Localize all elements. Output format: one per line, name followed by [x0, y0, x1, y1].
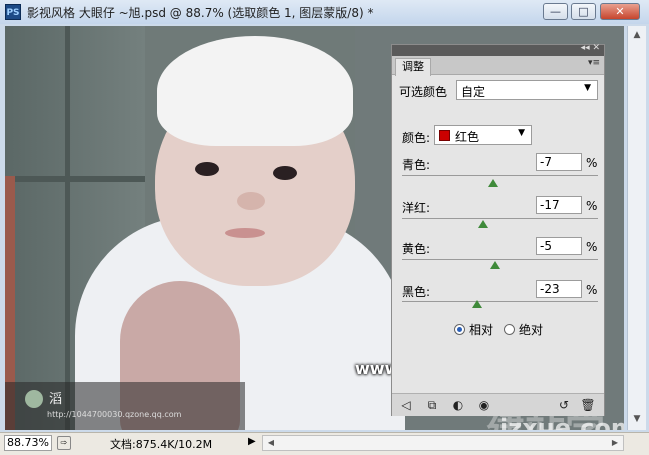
status-bar: 88.73% ⇨ 文档:875.4K/10.2M ▶ ◀ ▶: [0, 432, 649, 455]
vertical-scrollbar[interactable]: ▲ ▼: [627, 26, 646, 430]
cyan-unit: %: [586, 156, 598, 170]
yellow-label: 黄色:: [402, 242, 431, 256]
black-track[interactable]: [402, 301, 598, 302]
black-unit: %: [586, 283, 598, 297]
magenta-label: 洋红:: [402, 201, 431, 215]
color-swatch: [439, 130, 450, 141]
color-dropdown[interactable]: 红色 ▼: [434, 125, 532, 145]
magenta-track[interactable]: [402, 218, 598, 219]
preset-value: 自定: [461, 85, 486, 99]
close-button[interactable]: ✕: [600, 3, 640, 20]
watermark-bar: [5, 382, 245, 430]
magenta-slider-thumb[interactable]: [478, 220, 489, 228]
chevron-down-icon: ▼: [518, 128, 525, 138]
black-slider-thumb[interactable]: [472, 300, 483, 308]
minimize-button[interactable]: —: [543, 3, 568, 20]
scroll-right-icon[interactable]: ▶: [608, 436, 622, 450]
relative-radio[interactable]: [454, 324, 465, 335]
scroll-down-icon[interactable]: ▼: [630, 412, 644, 426]
scroll-up-icon[interactable]: ▲: [630, 28, 644, 42]
color-label: 颜色:: [402, 131, 431, 145]
layer-mask-icon[interactable]: ◐: [450, 397, 466, 413]
cyan-input[interactable]: -7: [536, 153, 582, 171]
panel-tab-row: 调整 ▾≡: [392, 56, 604, 76]
left-eye: [195, 162, 219, 176]
door-rail: [5, 176, 145, 182]
color-value: 红色: [455, 130, 480, 144]
panel-menu-icon[interactable]: ▾≡: [588, 58, 600, 68]
trash-icon[interactable]: 🗑: [580, 397, 596, 413]
watermark-logo-icon: [25, 390, 43, 408]
watermark-name: 滔: [49, 392, 63, 407]
eye-icon[interactable]: ◉: [476, 397, 492, 413]
yellow-slider-thumb[interactable]: [490, 261, 501, 269]
panel-header[interactable]: ◂◂ ✕: [392, 43, 604, 56]
title-bar: PS 影视风格 大眼仔 ~旭.psd @ 88.7% (选取颜色 1, 图层蒙版…: [0, 0, 649, 24]
restore-button[interactable]: □: [571, 3, 596, 20]
chevron-down-icon: ▼: [584, 83, 591, 93]
scroll-left-icon[interactable]: ◀: [264, 436, 278, 450]
door-stile: [65, 26, 70, 430]
yellow-input[interactable]: -5: [536, 237, 582, 255]
absolute-radio[interactable]: [504, 324, 515, 335]
black-input[interactable]: -23: [536, 280, 582, 298]
panel-footer: ◁ ⧉ ◐ ◉ ↺ 🗑: [392, 393, 604, 416]
reset-icon[interactable]: ↺: [556, 397, 572, 413]
document-size-info: 文档:875.4K/10.2M: [110, 438, 213, 451]
black-label: 黑色:: [402, 285, 431, 299]
adjustment-type-label: 可选颜色: [399, 85, 448, 99]
cyan-label: 青色:: [402, 158, 431, 172]
nose: [237, 192, 265, 210]
mouth: [225, 228, 265, 238]
tab-adjustments[interactable]: 调整: [395, 58, 431, 76]
cyan-track[interactable]: [402, 175, 598, 176]
zoom-field[interactable]: 88.73%: [4, 435, 52, 451]
relative-label[interactable]: 相对: [469, 321, 493, 338]
expand-view-icon[interactable]: ⧉: [424, 397, 440, 413]
horizontal-scrollbar[interactable]: ◀ ▶: [262, 435, 624, 451]
yellow-unit: %: [586, 240, 598, 254]
absolute-label[interactable]: 绝对: [519, 321, 543, 338]
export-icon[interactable]: ⇨: [57, 436, 71, 450]
yellow-track[interactable]: [402, 259, 598, 260]
cyan-slider-thumb[interactable]: [488, 179, 499, 187]
adjustments-panel: ◂◂ ✕ 调整 ▾≡ 可选颜色 自定 ▼ 颜色: 红色 ▼ 青色: -7 % 洋…: [391, 43, 605, 416]
window-title: 影视风格 大眼仔 ~旭.psd @ 88.7% (选取颜色 1, 图层蒙版/8)…: [27, 6, 374, 20]
baby-hat: [157, 36, 353, 146]
back-arrow-icon[interactable]: ◁: [398, 397, 414, 413]
status-menu-arrow-icon[interactable]: ▶: [248, 436, 256, 447]
right-eye: [273, 166, 297, 180]
collapse-icon[interactable]: ◂◂ ✕: [581, 43, 600, 53]
photoshop-app-icon[interactable]: PS: [5, 4, 21, 20]
magenta-unit: %: [586, 199, 598, 213]
watermark-url: http://1044700030.qzone.qq.com: [47, 410, 182, 419]
site-watermark-jzxue: jzxue.com: [500, 414, 624, 430]
preset-dropdown[interactable]: 自定 ▼: [456, 80, 598, 100]
magenta-input[interactable]: -17: [536, 196, 582, 214]
photoshop-window: PS 影视风格 大眼仔 ~旭.psd @ 88.7% (选取颜色 1, 图层蒙版…: [0, 0, 649, 455]
